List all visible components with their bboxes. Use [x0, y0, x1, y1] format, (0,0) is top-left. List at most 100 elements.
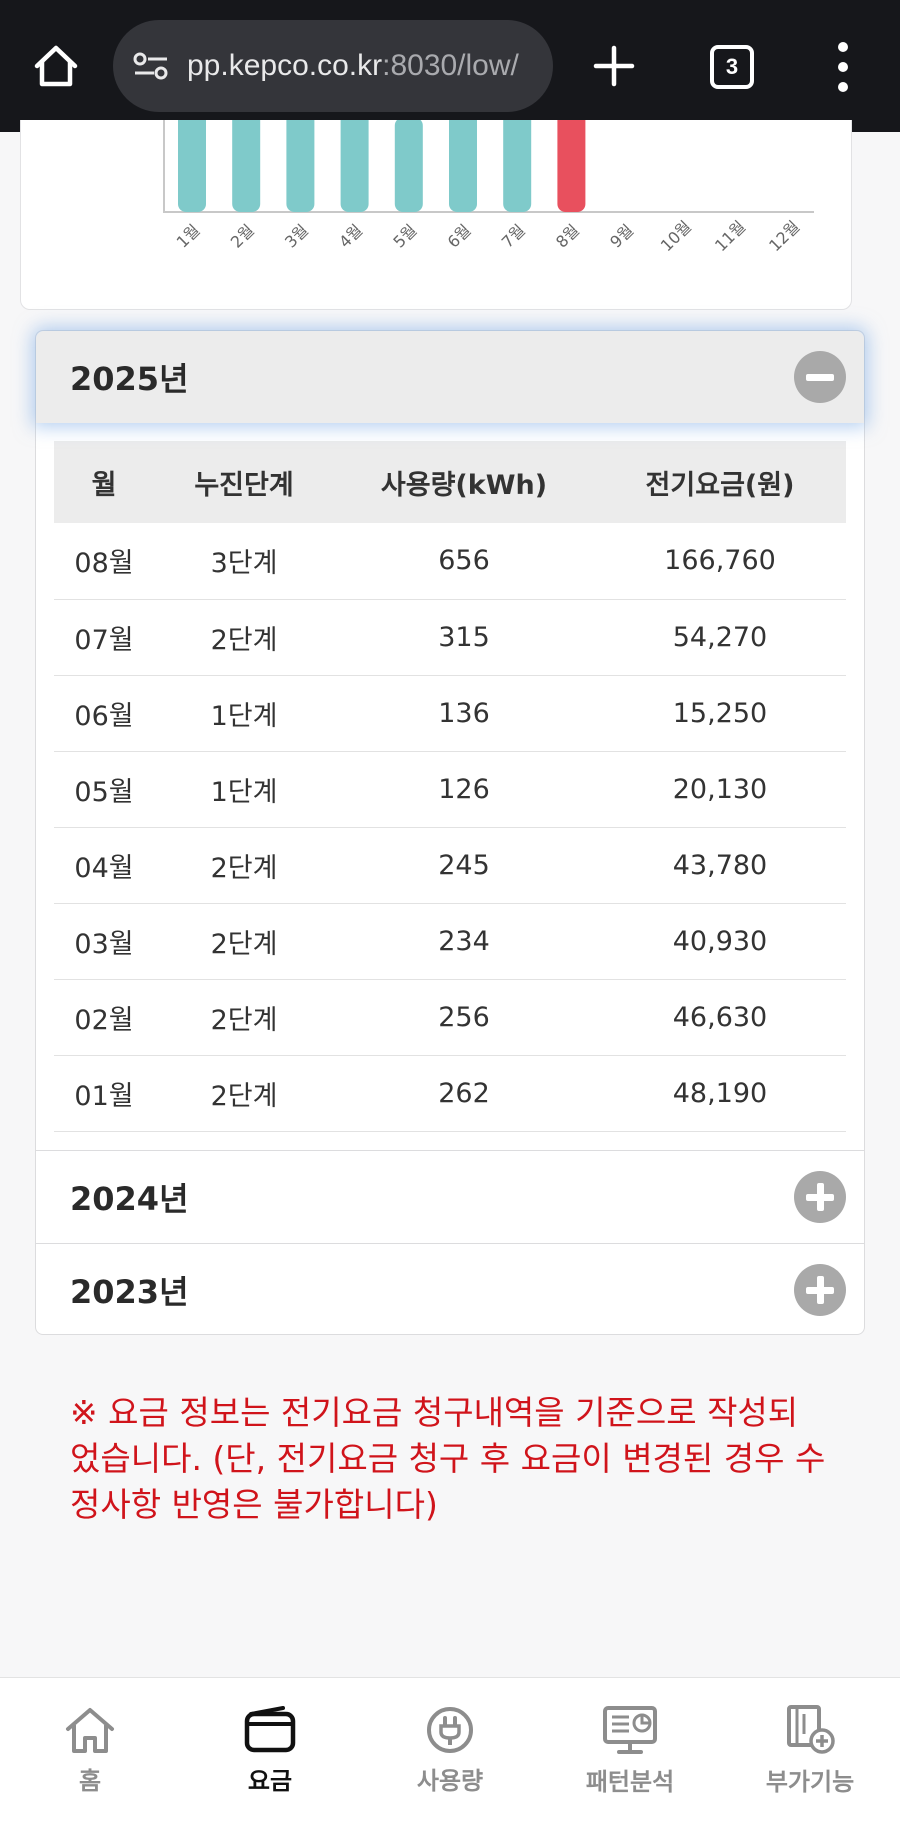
chart-tick-label: 7월	[498, 221, 529, 252]
column-header-usage: 사용량(kWh)	[334, 441, 594, 523]
collapse-icon[interactable]	[794, 351, 846, 403]
cell-month: 06월	[54, 675, 154, 752]
accordion-body-2025: 월 누진단계 사용량(kWh) 전기요금(원) 08월 3단계 656 166,…	[36, 423, 864, 1150]
home-icon	[66, 1707, 114, 1753]
browser-home-button[interactable]	[30, 42, 82, 90]
cell-tier: 3단계	[154, 523, 334, 600]
accordion-header-2025[interactable]: 2025년	[36, 331, 864, 423]
column-header-charge: 전기요금(원)	[594, 441, 846, 523]
cell-month: 03월	[54, 903, 154, 980]
nav-label: 패턴분석	[585, 1767, 675, 1796]
nav-addon[interactable]: 부가기능	[720, 1678, 900, 1821]
notice-line: 었습니다. (단, 전기요금 청구 후 요금이 변경된 경우 수	[70, 1439, 826, 1478]
column-header-tier: 누진단계	[154, 441, 334, 523]
cell-usage: 126	[334, 751, 594, 828]
cell-usage: 656	[334, 523, 594, 600]
chart-bar	[503, 120, 532, 212]
table-row: 04월 2단계 245 43,780	[54, 827, 846, 904]
cell-tier: 2단계	[154, 979, 334, 1056]
nav-label: 부가기능	[765, 1767, 855, 1796]
expand-icon[interactable]	[794, 1263, 846, 1316]
column-header-month: 월	[54, 441, 154, 523]
chart-tick-label: 3월	[281, 221, 312, 252]
chart-tick-label: 8월	[552, 221, 583, 252]
plug-icon	[427, 1706, 473, 1753]
site-settings-icon[interactable]	[131, 46, 171, 86]
chart-bar	[449, 120, 477, 212]
url-text: pp.kepco.co.kr:8030/low/	[187, 49, 519, 82]
cell-charge: 48,190	[594, 1055, 846, 1132]
chart-bar	[286, 120, 315, 212]
tab-switcher-button[interactable]: 3	[710, 45, 754, 89]
chart-axis	[163, 120, 814, 213]
yearly-bill-accordion: 2025년 월 누진단계 사용량(kWh) 전기요금(원) 08월 3단계 65…	[35, 330, 865, 1335]
cell-tier: 2단계	[154, 1055, 334, 1132]
cell-month: 01월	[54, 1055, 154, 1132]
cell-tier: 2단계	[154, 599, 334, 676]
accordion-header-2024[interactable]: 2024년	[36, 1151, 864, 1243]
nav-usage[interactable]: 사용량	[360, 1678, 540, 1821]
chart-tick-label: 4월	[335, 221, 366, 252]
table-header-row: 월 누진단계 사용량(kWh) 전기요금(원)	[54, 441, 846, 523]
cell-tier: 2단계	[154, 903, 334, 980]
chart-bar	[232, 120, 261, 212]
notice-line: ※ 요금 정보는 전기요금 청구내역을 기준으로 작성되	[70, 1393, 799, 1432]
cell-usage: 234	[334, 903, 594, 980]
dot-icon	[838, 82, 848, 92]
nav-label: 홈	[78, 1766, 102, 1795]
browser-menu-button[interactable]	[830, 42, 856, 92]
new-tab-button[interactable]	[588, 40, 640, 92]
cell-charge: 20,130	[594, 751, 846, 828]
chart-bar	[394, 120, 423, 212]
chart-tick-label: 5월	[389, 221, 420, 252]
chart-tick-label: 10월	[657, 217, 695, 255]
plus-icon	[593, 45, 635, 87]
table-row: 07월 2단계 315 54,270	[54, 599, 846, 676]
chart-tick-label: 11월	[711, 217, 749, 255]
nav-home[interactable]: 홈	[0, 1678, 180, 1821]
chart-bar	[340, 120, 369, 212]
chart-bar	[557, 120, 586, 212]
accordion-header-2023[interactable]: 2023년	[36, 1244, 864, 1336]
nav-label: 요금	[247, 1766, 293, 1795]
dot-icon	[838, 62, 848, 72]
cell-usage: 262	[334, 1055, 594, 1132]
chart-tick-label: 6월	[444, 221, 475, 252]
address-bar[interactable]: pp.kepco.co.kr:8030/low/	[113, 20, 553, 112]
nav-bill[interactable]: 요금	[180, 1678, 360, 1821]
chart-bar	[178, 120, 206, 212]
table-row: 03월 2단계 234 40,930	[54, 903, 846, 980]
cell-charge: 40,930	[594, 903, 846, 980]
cell-usage: 136	[334, 675, 594, 752]
nav-label: 사용량	[416, 1766, 484, 1795]
table-row: 01월 2단계 262 48,190	[54, 1055, 846, 1132]
home-icon	[34, 45, 78, 87]
bill-table: 월 누진단계 사용량(kWh) 전기요금(원) 08월 3단계 656 166,…	[54, 441, 846, 1132]
cell-usage: 315	[334, 599, 594, 676]
analysis-icon	[603, 1705, 657, 1754]
table-row: 08월 3단계 656 166,760	[54, 523, 846, 600]
monthly-usage-chart: 1월 2월 3월 4월 5월 6월 7월 8월 9월 10월 11월 12월	[163, 120, 814, 255]
chart-tick-label: 12월	[765, 217, 803, 255]
cell-usage: 245	[334, 827, 594, 904]
chart-tick-label: 9월	[606, 221, 637, 252]
dot-icon	[838, 42, 848, 52]
browser-toolbar: pp.kepco.co.kr:8030/low/ 3	[0, 0, 900, 132]
table-row: 06월 1단계 136 15,250	[54, 675, 846, 752]
cell-month: 05월	[54, 751, 154, 828]
cell-month: 04월	[54, 827, 154, 904]
year-title: 2025년	[70, 360, 189, 398]
cell-charge: 54,270	[594, 599, 846, 676]
wallet-icon	[244, 1705, 296, 1752]
notice-line: 정사항 반영은 불가합니다)	[70, 1485, 438, 1524]
cell-month: 02월	[54, 979, 154, 1056]
usage-chart-card: 1월 2월 3월 4월 5월 6월 7월 8월 9월 10월 11월 12월	[20, 120, 852, 310]
cell-month: 07월	[54, 599, 154, 676]
cell-month: 08월	[54, 523, 154, 600]
expand-icon[interactable]	[794, 1170, 846, 1223]
chart-tick-label: 1월	[173, 221, 204, 252]
cell-charge: 43,780	[594, 827, 846, 904]
cell-tier: 1단계	[154, 751, 334, 828]
nav-pattern[interactable]: 패턴분석	[540, 1678, 720, 1821]
bottom-navigation: 홈 요금 사용량 패턴분석 부가기능	[0, 1677, 900, 1821]
